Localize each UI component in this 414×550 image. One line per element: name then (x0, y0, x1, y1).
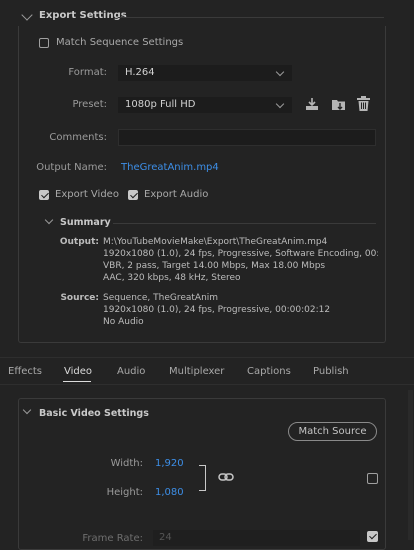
import-preset-icon[interactable] (331, 97, 346, 111)
export-audio-checkbox[interactable] (128, 190, 138, 200)
frame-rate-select[interactable]: 24 (153, 530, 360, 546)
header-divider (118, 17, 384, 18)
comments-field[interactable] (118, 129, 376, 146)
export-settings-title: Export Settings (39, 10, 127, 21)
output-summary-label: Output: (59, 237, 99, 247)
export-video-label: Export Video (55, 189, 119, 200)
summary-divider (113, 223, 376, 224)
chevron-down-icon (275, 67, 285, 77)
source-summary-text: Sequence, TheGreatAnim 1920x1080 (1.0), … (103, 292, 378, 328)
match-sequence-checkbox[interactable] (39, 38, 49, 48)
output-line: 1920x1080 (1.0), 24 fps, Progressive, So… (103, 249, 378, 259)
match-source-button[interactable]: Match Source (288, 422, 377, 441)
tab-audio[interactable]: Audio (117, 366, 145, 377)
height-value[interactable]: 1,080 (155, 487, 184, 498)
tab-video[interactable]: Video (64, 366, 92, 377)
source-summary-label: Source: (60, 293, 99, 303)
chevron-down-icon (275, 99, 285, 109)
format-select[interactable]: H.264 (118, 65, 292, 81)
summary-title: Summary (60, 217, 111, 228)
match-sequence-label: Match Sequence Settings (56, 37, 184, 48)
source-line: No Audio (103, 317, 144, 327)
link-bracket (199, 465, 206, 491)
width-value[interactable]: 1,920 (155, 458, 184, 469)
output-line: AAC, 320 kbps, 48 kHz, Stereo (103, 273, 241, 283)
resize-checkbox[interactable] (367, 473, 378, 484)
panel-splitter[interactable] (0, 357, 414, 358)
preset-value: 1080p Full HD (125, 99, 196, 110)
source-line: Sequence, TheGreatAnim (103, 293, 219, 303)
frame-rate-label: Frame Rate: (82, 533, 143, 544)
height-label: Height: (106, 487, 143, 498)
frame-rate-checkbox[interactable] (367, 531, 378, 542)
source-line: 1920x1080 (1.0), 24 fps, Progressive, 00… (103, 305, 331, 315)
tabs-divider (0, 384, 414, 385)
frame-rate-value: 24 (159, 532, 172, 543)
link-icon[interactable] (218, 472, 234, 482)
collapse-export-settings-icon[interactable] (21, 9, 33, 21)
output-name-link[interactable]: TheGreatAnim.mp4 (121, 162, 219, 173)
width-label: Width: (110, 458, 143, 469)
output-name-label: Output Name: (36, 162, 107, 173)
active-tab-underline (63, 381, 91, 382)
output-line: VBR, 2 pass, Target 14.00 Mbps, Max 18.0… (103, 261, 326, 271)
tab-effects[interactable]: Effects (8, 366, 42, 377)
output-summary-text: M:\YouTubeMovieMake\Export\TheGreatAnim.… (103, 236, 378, 284)
preset-select[interactable]: 1080p Full HD (118, 97, 292, 113)
export-video-checkbox[interactable] (39, 190, 49, 200)
output-line: M:\YouTubeMovieMake\Export\TheGreatAnim.… (103, 237, 328, 247)
format-value: H.264 (125, 67, 155, 78)
format-label: Format: (68, 67, 107, 78)
tab-publish[interactable]: Publish (313, 366, 349, 377)
preset-label: Preset: (72, 99, 107, 110)
tab-captions[interactable]: Captions (247, 366, 291, 377)
trash-icon[interactable] (357, 96, 370, 111)
export-audio-label: Export Audio (144, 189, 209, 200)
save-preset-icon[interactable] (305, 97, 319, 111)
comments-label: Comments: (49, 132, 107, 143)
basic-video-title: Basic Video Settings (39, 408, 149, 419)
scrollbar[interactable] (408, 390, 413, 540)
tab-multiplexer[interactable]: Multiplexer (169, 366, 224, 377)
